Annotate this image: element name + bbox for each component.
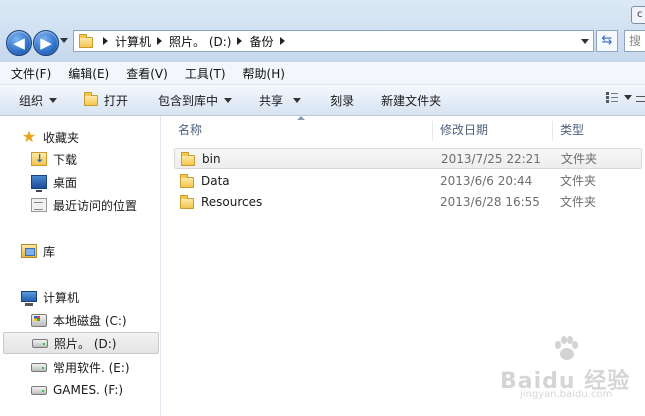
chevron-down-icon — [624, 95, 632, 100]
sidebar-item-label: 计算机 — [43, 290, 80, 305]
column-header-modified[interactable]: 修改日期 — [423, 119, 541, 141]
forward-arrow-icon: ▶ — [40, 34, 52, 52]
recent-pages-dropdown-icon[interactable] — [60, 38, 68, 43]
refresh-button[interactable]: ⇆ — [596, 30, 618, 52]
sidebar-item-recent-places[interactable]: 最近访问的位置 — [0, 194, 160, 216]
title-bar: c ◀ ▶ 计算机 照片。 (D:) 备份 ⇆ 搜 — [0, 0, 645, 62]
sidebar-item-desktop[interactable]: 桌面 — [0, 171, 160, 193]
breadcrumb-arrow-icon[interactable] — [279, 37, 285, 45]
menu-edit[interactable]: 编辑(E) — [57, 65, 115, 82]
breadcrumb-backup[interactable]: 备份 — [249, 33, 273, 50]
burn-button[interactable]: 刻录 — [312, 85, 365, 115]
menu-view[interactable]: 查看(V) — [115, 65, 174, 82]
sidebar-item-label: GAMES. (F:) — [53, 383, 124, 397]
sidebar-item-label: 本地磁盘 (C:) — [53, 313, 127, 328]
refresh-icon: ⇆ — [601, 33, 613, 48]
sidebar-item-label: 库 — [43, 244, 56, 259]
file-name: Data — [201, 173, 230, 188]
menu-tools[interactable]: 工具(T) — [174, 65, 232, 82]
folder-icon — [79, 34, 93, 48]
open-folder-icon — [84, 91, 99, 106]
column-header-type[interactable]: 类型 — [543, 119, 645, 141]
change-view-button[interactable] — [606, 92, 632, 103]
breadcrumb-drive-d[interactable]: 照片。 (D:) — [169, 33, 231, 50]
file-type: 文件夹 — [560, 174, 597, 188]
drive-icon — [31, 362, 47, 372]
file-row[interactable]: bin 2013/7/25 22:21 文件夹 — [174, 148, 642, 169]
file-list-pane: 名称 修改日期 类型 bin 2013/7/25 22:21 文件夹 Data … — [161, 116, 645, 416]
sidebar-item-drive-f[interactable]: GAMES. (F:) — [0, 379, 160, 401]
sidebar-item-downloads[interactable]: 下载 — [0, 148, 160, 170]
burn-label: 刻录 — [330, 93, 355, 108]
share-button[interactable]: 共享 — [243, 85, 312, 115]
desktop-icon — [31, 175, 47, 192]
folder-icon — [180, 194, 194, 209]
recent-places-icon — [31, 198, 47, 212]
file-modified: 2013/6/6 20:44 — [440, 173, 533, 188]
breadcrumb-computer[interactable]: 计算机 — [115, 33, 151, 50]
window-control-button[interactable]: c — [631, 6, 645, 24]
computer-icon — [21, 290, 37, 306]
sidebar-item-drive-c[interactable]: 本地磁盘 (C:) — [0, 309, 160, 331]
chevron-down-icon — [224, 97, 233, 103]
column-header-name[interactable]: 名称 — [161, 119, 431, 141]
organize-label: 组织 — [19, 93, 44, 108]
new-folder-button[interactable]: 新建文件夹 — [365, 85, 452, 115]
organize-button[interactable]: 组织 — [0, 85, 68, 115]
forward-button[interactable]: ▶ — [33, 30, 59, 56]
sidebar-item-label: 照片。 (D:) — [54, 336, 117, 351]
breadcrumb-arrow-icon[interactable] — [157, 37, 163, 45]
breadcrumb-arrow-icon[interactable] — [237, 37, 243, 45]
menu-help[interactable]: 帮助(H) — [232, 65, 291, 82]
chevron-down-icon — [293, 97, 302, 103]
more-options-icon[interactable] — [636, 96, 645, 102]
open-button[interactable]: 打开 — [68, 85, 139, 115]
address-bar[interactable]: 计算机 照片。 (D:) 备份 — [73, 30, 594, 52]
menu-bar: 文件(F) 编辑(E) 查看(V) 工具(T) 帮助(H) — [0, 62, 645, 85]
sidebar-item-drive-e[interactable]: 常用软件. (E:) — [0, 356, 160, 378]
file-name: Resources — [201, 194, 263, 209]
column-headers: 名称 修改日期 类型 — [161, 119, 645, 141]
download-folder-icon — [31, 152, 47, 166]
sidebar-item-computer[interactable]: 计算机 — [0, 286, 160, 308]
menu-file[interactable]: 文件(F) — [0, 65, 57, 82]
file-name: bin — [202, 151, 221, 166]
back-arrow-icon: ◀ — [13, 34, 25, 52]
open-label: 打开 — [104, 93, 129, 108]
sidebar-item-favorites[interactable]: ★ 收藏夹 — [0, 126, 160, 148]
file-row[interactable]: Resources 2013/6/28 16:55 文件夹 — [174, 191, 642, 212]
drive-icon — [32, 338, 48, 348]
folder-icon — [180, 173, 194, 188]
sidebar-item-drive-d[interactable]: 照片。 (D:) — [3, 332, 159, 354]
search-input[interactable]: 搜 — [624, 30, 645, 52]
navigation-pane: ★ 收藏夹 下载 桌面 最近访问的位置 库 计算机 本地磁盘 (C:) 照片。 … — [0, 116, 161, 416]
breadcrumb-arrow-icon[interactable] — [103, 37, 108, 45]
new-folder-label: 新建文件夹 — [381, 93, 442, 108]
command-bar: 组织 打开 包含到库中 共享 刻录 新建文件夹 — [0, 85, 645, 116]
sidebar-item-label: 下载 — [53, 152, 78, 167]
sidebar-item-label: 常用软件. (E:) — [53, 360, 130, 375]
file-modified: 2013/6/28 16:55 — [440, 194, 540, 209]
file-modified: 2013/7/25 22:21 — [441, 151, 541, 166]
file-type: 文件夹 — [561, 152, 598, 166]
folder-icon — [181, 151, 195, 166]
sidebar-item-label: 最近访问的位置 — [53, 198, 138, 213]
address-dropdown-icon[interactable] — [581, 39, 589, 44]
include-in-library-button[interactable]: 包含到库中 — [139, 85, 243, 115]
star-icon: ★ — [21, 127, 37, 146]
chevron-down-icon — [49, 97, 58, 103]
file-row[interactable]: Data 2013/6/6 20:44 文件夹 — [174, 170, 642, 191]
back-button[interactable]: ◀ — [6, 30, 32, 56]
file-type: 文件夹 — [560, 195, 597, 209]
drive-icon — [31, 385, 47, 395]
sidebar-item-libraries[interactable]: 库 — [0, 240, 160, 262]
sidebar-item-label: 桌面 — [53, 175, 78, 190]
view-details-icon — [606, 92, 618, 103]
library-icon — [21, 244, 37, 258]
sidebar-item-label: 收藏夹 — [43, 130, 80, 145]
include-in-library-label: 包含到库中 — [158, 93, 219, 108]
system-drive-icon — [31, 313, 47, 327]
share-label: 共享 — [259, 93, 284, 108]
